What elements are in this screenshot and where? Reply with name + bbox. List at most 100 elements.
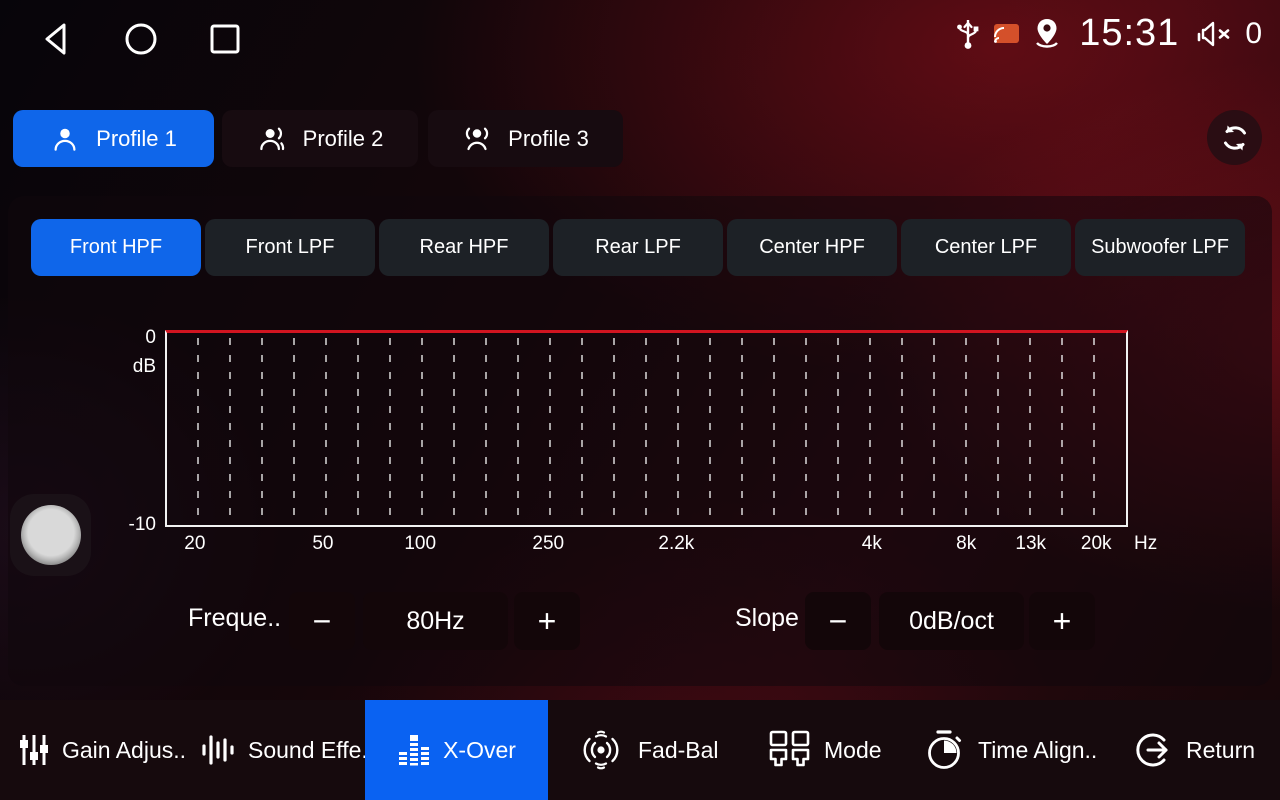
tab-front-hpf[interactable]: Front HPF [31,219,201,276]
x-tick-label: 4k [862,533,882,555]
tab-rear-hpf[interactable]: Rear HPF [379,219,549,276]
y-axis-unit: dB [108,356,156,378]
gridline [645,338,647,522]
nav-gain-adjust[interactable]: Gain Adjus.. [10,700,194,800]
gridline [709,338,711,522]
profile-1-label: Profile 1 [96,126,177,152]
return-arrow-icon [1132,729,1174,771]
frequency-value: 80Hz [363,592,508,650]
mode-grid-icon [768,729,812,771]
knob-icon [21,505,81,565]
nav-time-align[interactable]: Time Align.. [916,700,1105,800]
gridline [197,338,199,522]
gridline [773,338,775,522]
frequency-label: Freque.. [188,604,281,633]
tab-subwoofer-lpf[interactable]: Subwoofer LPF [1075,219,1245,276]
status-indicators: 15:31 0 [955,12,1262,55]
gridline [357,338,359,522]
gridline [293,338,295,522]
frequency-minus-button[interactable]: − [289,592,355,650]
sync-button[interactable] [1207,110,1262,165]
x-tick-label: 20k [1081,533,1112,555]
gridline [837,338,839,522]
cast-icon [991,21,1021,47]
nav-label: Mode [824,737,882,764]
tab-label: Rear HPF [420,236,509,259]
tab-rear-lpf[interactable]: Rear LPF [553,219,723,276]
plus-icon: + [1053,603,1072,640]
plus-icon: + [538,603,557,640]
sound-effect-icon [200,733,236,767]
tab-label: Center LPF [935,236,1037,259]
person-icon [50,124,80,154]
x-tick-label: 20 [184,533,205,555]
back-button[interactable] [38,20,76,58]
volume-muted-icon [1195,18,1235,50]
tab-label: Front LPF [246,236,335,259]
tab-label: Center HPF [759,236,865,259]
nav-sound-effect[interactable]: Sound Effe.. [192,700,382,800]
gridline [389,338,391,522]
gridline [613,338,615,522]
profile-3-tab[interactable]: Profile 3 [428,110,623,167]
x-axis-unit: Hz [1134,533,1157,555]
profile-2-label: Profile 2 [303,126,384,152]
nav-return[interactable]: Return [1124,700,1263,800]
nav-fad-bal[interactable]: Fad-Bal [568,700,727,800]
sync-icon [1218,121,1252,155]
gridline [805,338,807,522]
tab-label: Rear LPF [595,236,681,259]
bottom-nav-bar: Gain Adjus.. Sound Effe.. X-Over [0,700,1280,800]
nav-xover[interactable]: X-Over [365,700,548,800]
gridline [965,338,967,522]
volume-value: 0 [1245,17,1262,51]
fader-balance-icon [576,728,626,772]
nav-label: Sound Effe.. [248,737,374,764]
recents-icon [206,20,244,58]
tab-center-hpf[interactable]: Center HPF [727,219,897,276]
clock: 15:31 [1079,12,1179,55]
slope-label: Slope [735,604,799,633]
stopwatch-icon [924,728,966,772]
home-button[interactable] [122,20,160,58]
nav-label: Fad-Bal [638,737,719,764]
gridline [325,338,327,522]
person-one-arc-icon [257,124,287,154]
gridline [869,338,871,522]
home-icon [122,20,160,58]
chart-plot [165,330,1128,527]
gridline [933,338,935,522]
frequency-plus-button[interactable]: + [514,592,580,650]
tab-label: Subwoofer LPF [1091,236,1229,259]
tab-center-lpf[interactable]: Center LPF [901,219,1071,276]
person-two-arcs-icon [462,124,492,154]
slope-minus-button[interactable]: − [805,592,871,650]
back-icon [38,20,76,58]
equalizer-icon [397,733,431,767]
floating-knob-button[interactable] [10,494,91,576]
slope-plus-button[interactable]: + [1029,592,1095,650]
gridline [549,338,551,522]
y-tick-min: -10 [108,514,156,536]
tab-label: Front HPF [70,236,162,259]
profile-2-tab[interactable]: Profile 2 [222,110,418,167]
x-tick-label: 100 [404,533,436,555]
x-tick-label: 250 [532,533,564,555]
nav-mode[interactable]: Mode [760,700,890,800]
minus-icon: − [829,603,848,640]
nav-label: Time Align.. [978,737,1097,764]
gridline [517,338,519,522]
gridline [901,338,903,522]
gridline [997,338,999,522]
nav-label: Gain Adjus.. [62,737,186,764]
recents-button[interactable] [206,20,244,58]
tab-front-lpf[interactable]: Front LPF [205,219,375,276]
minus-icon: − [313,603,332,640]
x-tick-label: 2.2k [658,533,694,555]
chart-x-ticks: 20501002502.2k4k8k13k20k [165,533,1128,559]
x-tick-label: 50 [312,533,333,555]
gridline [1029,338,1031,522]
x-tick-label: 8k [956,533,976,555]
y-tick-max: 0 [108,327,156,349]
profile-1-tab[interactable]: Profile 1 [13,110,214,167]
